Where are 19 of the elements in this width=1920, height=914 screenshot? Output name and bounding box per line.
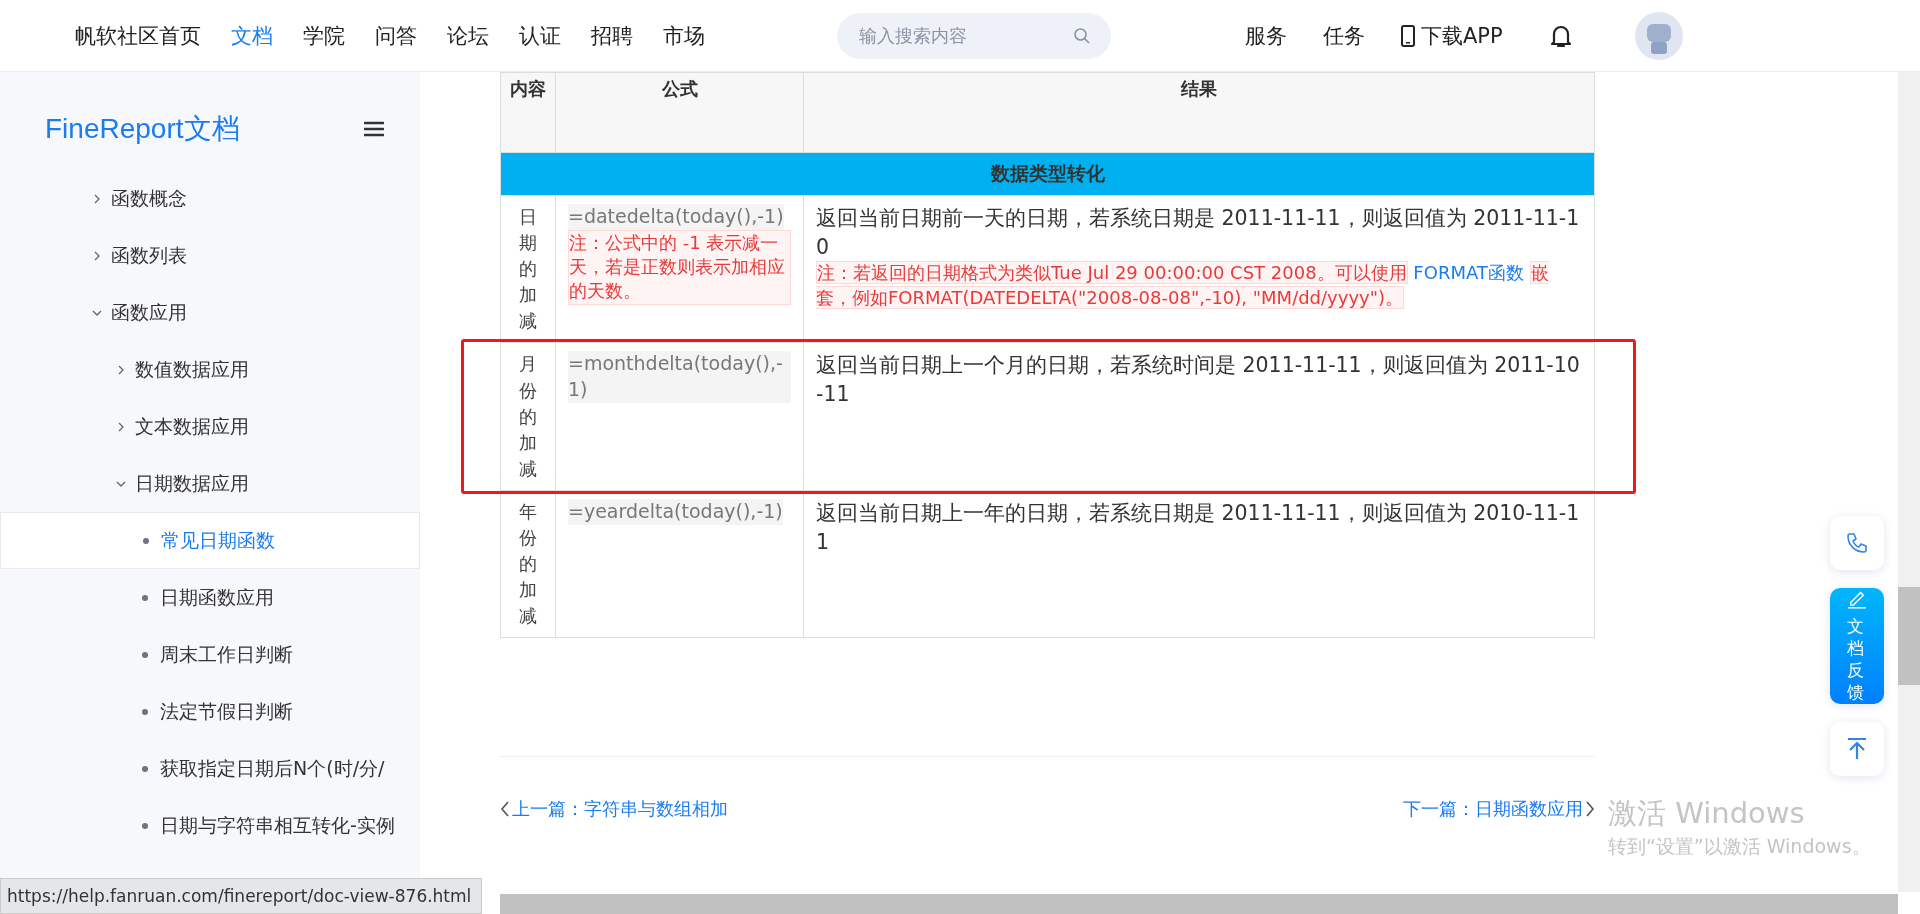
table-cell-text: 月份的加减	[518, 352, 538, 481]
formula-note: 注：公式中的 -1 表示减一天，若是正数则表示加相应的天数。	[568, 229, 791, 305]
formula-code: =datedelta(today(),-1)	[568, 204, 784, 230]
activation-watermark-text: 转到“设置”以激活 Windows。	[1608, 834, 1871, 859]
column-header: 内容	[500, 72, 556, 153]
section-header: 数据类型转化	[500, 152, 1595, 196]
formula-code: =monthdelta(today(),-1)	[568, 351, 791, 403]
table-cell-text: 日期的加减	[518, 205, 538, 334]
table-cell-text: 返回当前日期上一个月的日期，若系统时间是 2011-11-11，则返回值为 2011-10-11	[816, 352, 1581, 409]
activation-watermark-title: 激活 Windows	[1608, 795, 1806, 832]
sidebar-title: FineReport文档	[45, 112, 240, 146]
result-note: 注：若返回的日期格式为类似Tue Jul 29 00:00:00 CST 2008。可以使用	[816, 261, 1408, 285]
formula-code: =yeardelta(today(),-1)	[568, 498, 783, 525]
status-url: https://help.fanruan.com/finereport/doc-view-876.html	[0, 878, 483, 914]
column-header: 结果	[803, 72, 1595, 153]
table-cell-text: 返回当前日期上一年的日期，若系统日期是 2011-11-11，则返回值为 2010-11-11	[816, 499, 1581, 556]
column-header: 公式	[555, 72, 804, 153]
table-cell-text: 返回当前日期前一天的日期，若系统日期是 2011-11-11，则返回值为 2011-11-10	[816, 205, 1581, 261]
table-cell-text: 年份的加减	[518, 499, 538, 629]
